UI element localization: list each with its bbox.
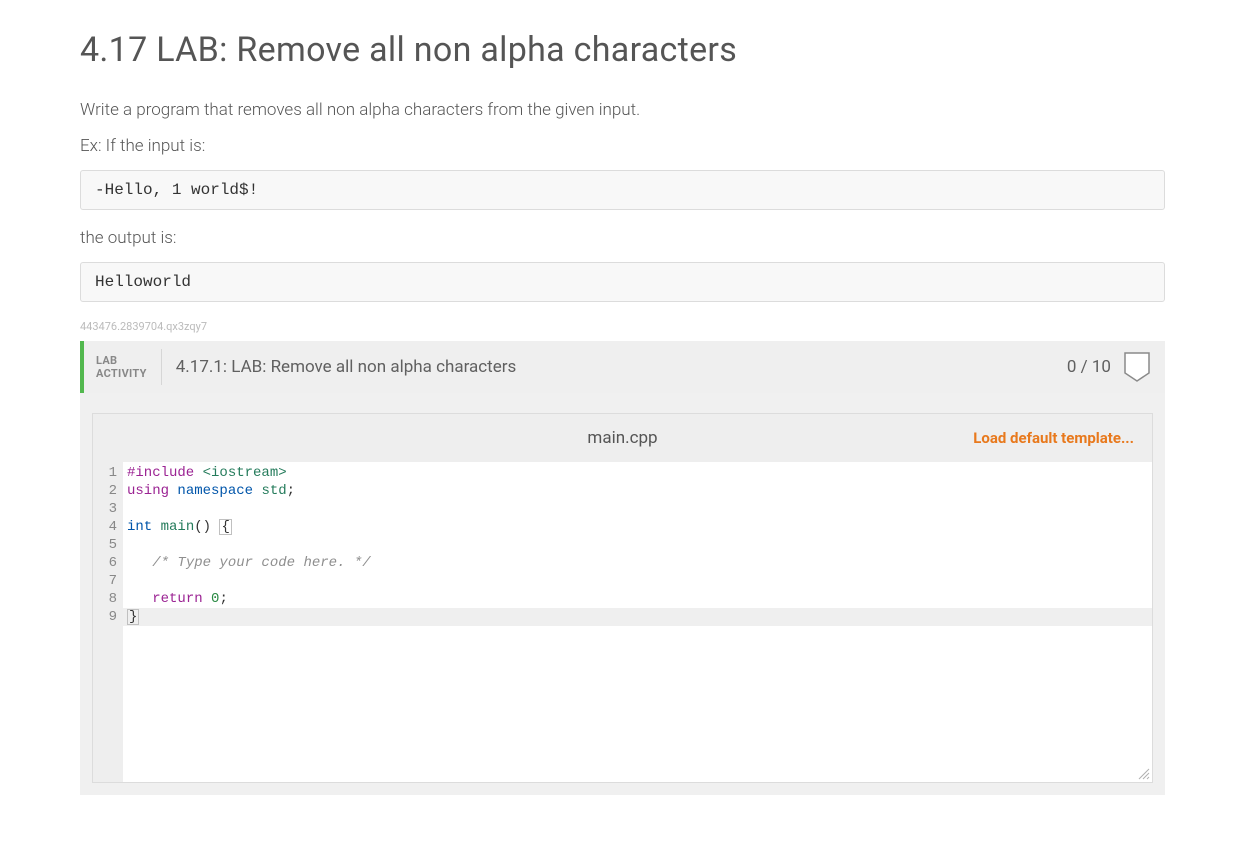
example-input-box: -Hello, 1 world$! bbox=[80, 170, 1165, 210]
code-line[interactable]: /* Type your code here. */ bbox=[127, 554, 1148, 572]
code-line[interactable] bbox=[127, 572, 1148, 590]
code-line[interactable] bbox=[127, 536, 1148, 554]
load-default-template-link[interactable]: Load default template... bbox=[973, 429, 1152, 447]
line-number: 6 bbox=[93, 554, 117, 572]
line-number: 3 bbox=[93, 500, 117, 518]
code-line[interactable]: #include <iostream> bbox=[127, 464, 1148, 482]
brace-open-highlight: { bbox=[219, 519, 231, 535]
example-output-label: the output is: bbox=[80, 228, 1165, 248]
line-number: 2 bbox=[93, 482, 117, 500]
line-number: 8 bbox=[93, 590, 117, 608]
problem-description: Write a program that removes all non alp… bbox=[80, 100, 1165, 120]
code-line[interactable] bbox=[127, 500, 1148, 518]
page-title: 4.17 LAB: Remove all non alpha character… bbox=[80, 30, 1165, 70]
lab-badge: LAB ACTIVITY bbox=[84, 346, 161, 388]
line-number: 1 bbox=[93, 464, 117, 482]
resize-handle-icon[interactable] bbox=[1136, 766, 1150, 780]
line-number-gutter: 1 2 3 4 5 6 7 8 9 bbox=[93, 462, 123, 782]
line-number: 5 bbox=[93, 536, 117, 554]
lab-body: main.cpp Load default template... 1 2 3 … bbox=[80, 393, 1165, 795]
lab-badge-line1: LAB bbox=[96, 354, 147, 367]
question-id: 443476.2839704.qx3zqy7 bbox=[80, 320, 1165, 333]
lab-activity-title: 4.17.1: LAB: Remove all non alpha charac… bbox=[162, 357, 1067, 377]
code-line[interactable]: using namespace std; bbox=[127, 482, 1148, 500]
code-line[interactable]: } bbox=[127, 608, 1148, 626]
example-output-box: Helloworld bbox=[80, 262, 1165, 302]
code-line[interactable]: int main() { bbox=[127, 518, 1148, 536]
line-number: 9 bbox=[93, 608, 117, 626]
example-input-label: Ex: If the input is: bbox=[80, 136, 1165, 156]
line-number: 7 bbox=[93, 572, 117, 590]
lab-activity-header: LAB ACTIVITY 4.17.1: LAB: Remove all non… bbox=[80, 341, 1165, 393]
editor-header: main.cpp Load default template... bbox=[93, 414, 1152, 462]
line-number: 4 bbox=[93, 518, 117, 536]
editor: main.cpp Load default template... 1 2 3 … bbox=[92, 413, 1153, 783]
lab-badge-line2: ACTIVITY bbox=[96, 367, 147, 380]
file-name: main.cpp bbox=[587, 428, 657, 448]
brace-close-highlight: } bbox=[127, 609, 139, 625]
code-area[interactable]: #include <iostream> using namespace std;… bbox=[123, 462, 1152, 782]
bookmark-icon[interactable] bbox=[1121, 351, 1153, 383]
code-line[interactable]: return 0; bbox=[127, 590, 1148, 608]
lab-score: 0 / 10 bbox=[1067, 357, 1121, 377]
code-editor[interactable]: 1 2 3 4 5 6 7 8 9 #include <iostream> us… bbox=[93, 462, 1152, 782]
